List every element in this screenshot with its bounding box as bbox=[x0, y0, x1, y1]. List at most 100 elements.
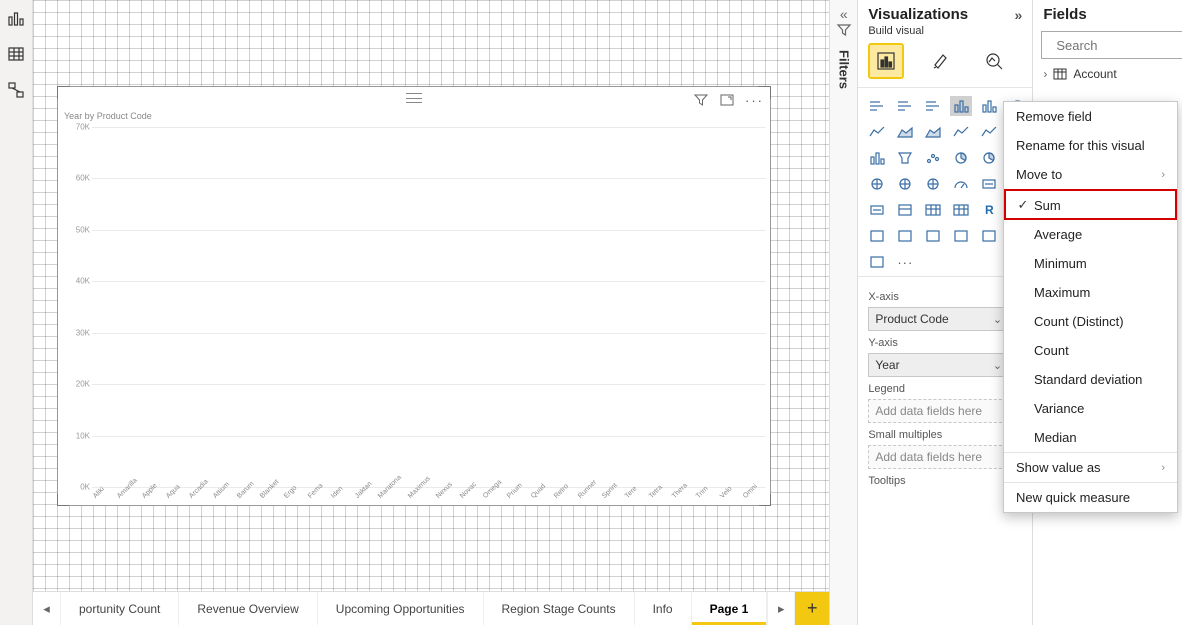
yaxis-field-well[interactable]: Year ⌄✕ bbox=[868, 353, 1022, 377]
gallery-power-automate[interactable] bbox=[866, 252, 888, 272]
page-tab[interactable]: Upcoming Opportunities bbox=[318, 592, 484, 625]
fields-pane-title: Fields bbox=[1043, 6, 1086, 23]
chart-title: Year by Product Code bbox=[58, 111, 770, 121]
y-axis-tick: 30K bbox=[76, 328, 90, 337]
expand-left-icon[interactable]: « bbox=[840, 6, 848, 22]
legend-field-well[interactable]: Add data fields here bbox=[868, 399, 1022, 423]
cm-aggregation-median[interactable]: Median bbox=[1004, 423, 1177, 452]
build-visual-label: Build visual bbox=[858, 25, 1032, 43]
gallery-stacked-bar[interactable] bbox=[866, 96, 888, 116]
tab-scroll-left-button[interactable]: ◂ bbox=[33, 592, 61, 625]
cm-aggregation-maximum[interactable]: Maximum bbox=[1004, 278, 1177, 307]
gallery-line-stacked[interactable] bbox=[978, 122, 1000, 142]
paintbrush-icon bbox=[929, 50, 951, 72]
page-tab[interactable]: Revenue Overview bbox=[179, 592, 317, 625]
gallery-stacked-area[interactable] bbox=[922, 122, 944, 142]
gallery-clustered-column[interactable] bbox=[950, 96, 972, 116]
gallery-area[interactable] bbox=[894, 122, 916, 142]
chevron-down-icon[interactable]: ⌄ bbox=[993, 359, 1002, 372]
checkmark-icon: ✓ bbox=[1016, 197, 1030, 213]
gallery-scatter[interactable] bbox=[922, 148, 944, 168]
gallery-map[interactable] bbox=[866, 174, 888, 194]
gallery-slicer[interactable] bbox=[894, 200, 916, 220]
gallery-paginated[interactable] bbox=[978, 226, 1000, 246]
filters-pane-collapsed[interactable]: « Filters bbox=[829, 0, 857, 625]
cm-new-quick-measure[interactable]: New quick measure bbox=[1004, 482, 1177, 512]
cm-move-to[interactable]: Move to› bbox=[1004, 160, 1177, 189]
focus-mode-icon[interactable] bbox=[719, 92, 735, 108]
cm-aggregation-count[interactable]: Count bbox=[1004, 336, 1177, 365]
report-view-button[interactable] bbox=[0, 4, 32, 32]
gallery-kpi[interactable] bbox=[866, 200, 888, 220]
fields-tab-icon bbox=[875, 50, 897, 72]
cm-aggregation-minimum[interactable]: Minimum bbox=[1004, 249, 1177, 278]
gallery-smart-narrative[interactable] bbox=[950, 226, 972, 246]
filter-icon[interactable] bbox=[693, 92, 709, 108]
gallery-stacked-bar-100[interactable] bbox=[922, 96, 944, 116]
page-tab[interactable]: Region Stage Counts bbox=[484, 592, 635, 625]
cm-remove-field[interactable]: Remove field bbox=[1004, 102, 1177, 131]
xaxis-field-well[interactable]: Product Code ⌄✕ bbox=[868, 307, 1022, 331]
model-icon bbox=[7, 81, 25, 99]
column-chart-visual[interactable]: ··· Year by Product Code 0K10K20K30K40K5… bbox=[57, 86, 771, 506]
small-multiples-field-well[interactable]: Add data fields here bbox=[868, 445, 1022, 469]
cm-aggregation-average[interactable]: Average bbox=[1004, 220, 1177, 249]
fields-search-input[interactable] bbox=[1054, 37, 1182, 54]
yaxis-field-name: Year bbox=[875, 358, 899, 372]
more-options-icon[interactable]: ··· bbox=[745, 93, 764, 108]
gallery-waterfall[interactable] bbox=[866, 148, 888, 168]
gallery-filled-map[interactable] bbox=[894, 174, 916, 194]
gallery-line-clustered[interactable] bbox=[950, 122, 972, 142]
cm-aggregation-sum[interactable]: ✓Sum bbox=[1004, 189, 1177, 220]
gallery-azure-map[interactable] bbox=[922, 174, 944, 194]
report-canvas[interactable]: ··· Year by Product Code 0K10K20K30K40K5… bbox=[33, 0, 829, 591]
format-visual-tab[interactable] bbox=[922, 43, 958, 79]
filters-pane-label: Filters bbox=[836, 50, 851, 89]
table-icon bbox=[7, 45, 25, 63]
chevron-right-icon: › bbox=[1161, 169, 1165, 181]
gallery-more[interactable]: ··· bbox=[894, 252, 916, 272]
tab-scroll-right-button[interactable]: ▸ bbox=[767, 592, 795, 625]
cm-aggregation-stdev[interactable]: Standard deviation bbox=[1004, 365, 1177, 394]
model-view-button[interactable] bbox=[0, 76, 32, 104]
drag-handle-icon[interactable] bbox=[406, 93, 422, 103]
y-axis-tick: 0K bbox=[80, 483, 90, 492]
cm-aggregation-variance[interactable]: Variance bbox=[1004, 394, 1177, 423]
gallery-table[interactable] bbox=[922, 200, 944, 220]
fields-search[interactable] bbox=[1041, 31, 1182, 59]
build-visual-tab[interactable] bbox=[868, 43, 904, 79]
gallery-stacked-column[interactable] bbox=[978, 96, 1000, 116]
page-tab[interactable]: portunity Count bbox=[61, 592, 179, 625]
y-axis-tick: 40K bbox=[76, 277, 90, 286]
gallery-donut[interactable] bbox=[978, 148, 1000, 168]
collapse-pane-icon[interactable]: » bbox=[1015, 7, 1023, 23]
cm-show-value-as[interactable]: Show value as› bbox=[1004, 452, 1177, 482]
cm-rename-field[interactable]: Rename for this visual bbox=[1004, 131, 1177, 160]
data-view-button[interactable] bbox=[0, 40, 32, 68]
gallery-key-influencers[interactable] bbox=[866, 226, 888, 246]
gallery-clustered-bar[interactable] bbox=[894, 96, 916, 116]
gallery-funnel[interactable] bbox=[894, 148, 916, 168]
gallery-line[interactable] bbox=[866, 122, 888, 142]
fields-table-account[interactable]: › Account bbox=[1033, 65, 1182, 83]
field-context-menu: Remove field Rename for this visual Move… bbox=[1003, 101, 1178, 513]
page-tab[interactable]: Page 1 bbox=[692, 592, 768, 625]
y-axis-tick: 60K bbox=[76, 174, 90, 183]
analytics-tab[interactable] bbox=[976, 43, 1012, 79]
yaxis-well-label: Y-axis bbox=[868, 337, 1022, 349]
gallery-qna[interactable] bbox=[922, 226, 944, 246]
cm-aggregation-count-distinct[interactable]: Count (Distinct) bbox=[1004, 307, 1177, 336]
page-tab[interactable]: Info bbox=[635, 592, 692, 625]
gallery-matrix[interactable] bbox=[950, 200, 972, 220]
gallery-pie[interactable] bbox=[950, 148, 972, 168]
gallery-card[interactable] bbox=[978, 174, 1000, 194]
gallery-r-visual[interactable]: R bbox=[978, 200, 1000, 220]
y-axis-tick: 50K bbox=[76, 225, 90, 234]
chevron-right-icon: › bbox=[1161, 462, 1165, 474]
gallery-decomposition[interactable] bbox=[894, 226, 916, 246]
add-page-button[interactable]: + bbox=[795, 592, 829, 625]
y-axis-tick: 10K bbox=[76, 431, 90, 440]
fields-table-label: Account bbox=[1073, 67, 1116, 81]
gallery-gauge[interactable] bbox=[950, 174, 972, 194]
chevron-down-icon[interactable]: ⌄ bbox=[993, 313, 1002, 326]
